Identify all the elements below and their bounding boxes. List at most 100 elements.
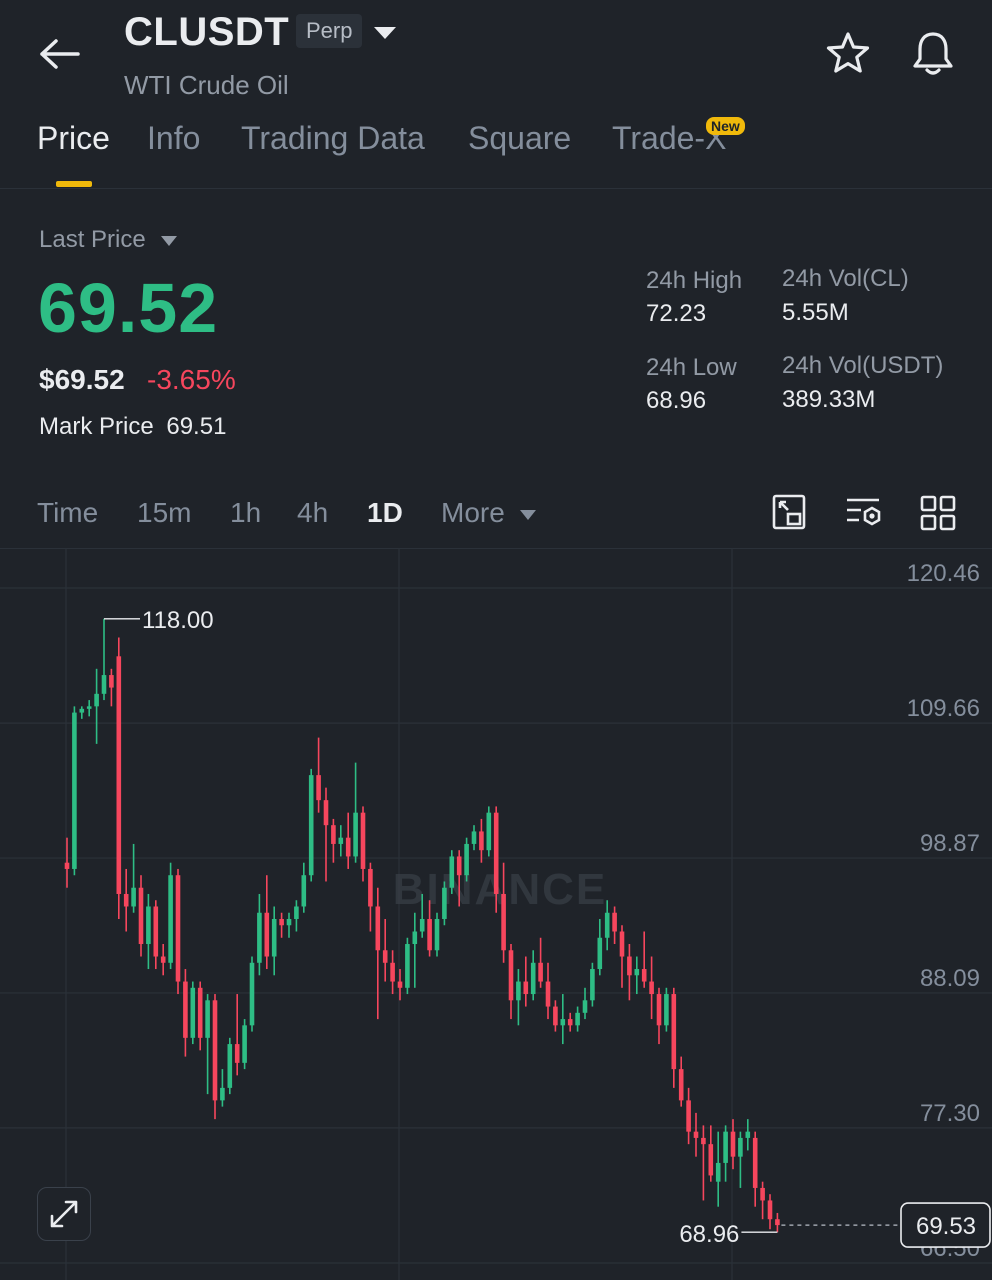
candle xyxy=(375,887,381,1020)
caret-down-icon xyxy=(519,509,536,520)
candle xyxy=(701,1125,706,1201)
candle xyxy=(686,1087,691,1145)
chart-resize-icon xyxy=(772,494,806,530)
candle-body xyxy=(479,831,484,851)
candle-body xyxy=(331,825,336,844)
back-button[interactable] xyxy=(36,36,84,72)
candle-body xyxy=(308,775,314,876)
candle xyxy=(168,862,173,970)
stat-low-value: 68.96 xyxy=(646,387,707,414)
candle-body xyxy=(146,906,151,945)
fullscreen-button[interactable] xyxy=(37,1187,91,1241)
candle-body xyxy=(190,987,196,1038)
candle-body xyxy=(671,994,677,1070)
candle-body xyxy=(294,906,299,919)
candle-body xyxy=(109,675,114,688)
candle-body xyxy=(449,856,455,888)
candle xyxy=(612,906,617,945)
candle-body xyxy=(101,675,107,694)
candle xyxy=(523,956,529,1007)
candle-body xyxy=(227,1044,233,1088)
price-type-selector[interactable]: Last Price xyxy=(39,226,178,254)
timeframe-1h[interactable]: 1h xyxy=(230,497,261,529)
chart-mode-button[interactable] xyxy=(772,494,806,535)
tab-price[interactable]: Price xyxy=(37,120,110,157)
indicator-settings-button[interactable] xyxy=(845,496,883,535)
candle-body xyxy=(86,706,92,709)
candle xyxy=(545,962,551,1020)
tab-trading-data[interactable]: Trading Data xyxy=(241,120,425,157)
tab-square[interactable]: Square xyxy=(468,120,571,157)
symbol-dropdown-button[interactable] xyxy=(372,24,398,47)
candle-body xyxy=(752,1137,758,1188)
candlestick-chart[interactable]: BINANCE 120.46109.6698.8788.0977.3066.50… xyxy=(0,548,992,1280)
candle xyxy=(397,969,403,1001)
candle xyxy=(109,668,114,707)
symbol-title[interactable]: CLUSDT xyxy=(124,10,289,55)
candle xyxy=(775,1212,780,1233)
grid-icon xyxy=(920,495,956,531)
timeframe-1d[interactable]: 1D xyxy=(367,497,403,529)
candle xyxy=(257,893,262,976)
candle xyxy=(597,918,603,976)
max-price-label: 118.00 xyxy=(142,607,214,634)
layout-grid-button[interactable] xyxy=(920,495,956,536)
candle-body xyxy=(553,1006,558,1026)
candle xyxy=(760,1181,765,1220)
candle xyxy=(664,987,669,1032)
candle xyxy=(212,994,218,1120)
favorite-button[interactable] xyxy=(824,30,872,83)
active-tab-indicator xyxy=(56,181,92,187)
expand-icon xyxy=(50,1200,78,1228)
candle xyxy=(382,918,388,982)
candle xyxy=(301,862,307,913)
candle-body xyxy=(523,981,529,995)
candle xyxy=(390,950,395,995)
candle xyxy=(271,906,277,976)
candle-body xyxy=(116,656,122,894)
candle xyxy=(64,837,70,888)
timeframe-more-label: More xyxy=(441,497,505,528)
candle-body xyxy=(382,950,388,963)
candle xyxy=(553,1000,558,1032)
candle-body xyxy=(264,912,270,957)
candle xyxy=(567,1012,573,1032)
timeframe-more[interactable]: More xyxy=(441,497,537,529)
candle xyxy=(190,981,196,1045)
candle-body xyxy=(597,937,603,970)
candle xyxy=(715,1131,721,1207)
candle-body xyxy=(715,1162,721,1182)
candle xyxy=(264,875,270,970)
candle-body xyxy=(678,1069,684,1101)
candle xyxy=(331,818,336,863)
candle-body xyxy=(412,931,418,945)
alert-button[interactable] xyxy=(908,28,958,83)
candle-body xyxy=(775,1219,780,1226)
candle-body xyxy=(131,887,136,907)
candle xyxy=(471,825,477,851)
candle xyxy=(405,937,410,995)
candle-body xyxy=(286,918,292,926)
candle-body xyxy=(242,1025,247,1063)
candle xyxy=(368,862,373,932)
candle-body xyxy=(123,893,129,907)
candle xyxy=(560,994,566,1045)
timeframe-4h[interactable]: 4h xyxy=(297,497,328,529)
candle-body xyxy=(249,962,255,1026)
price-change-percent: -3.65% xyxy=(147,364,236,395)
stat-low-label: 24h Low xyxy=(646,354,737,381)
candle-body xyxy=(686,1100,691,1132)
timeframe-15m[interactable]: 15m xyxy=(137,497,191,529)
tab-info[interactable]: Info xyxy=(147,120,200,157)
timeframe-time[interactable]: Time xyxy=(37,497,98,529)
y-axis-tick-label: 109.66 xyxy=(907,695,980,722)
candle xyxy=(116,637,122,919)
y-axis-tick-label: 98.87 xyxy=(920,830,980,857)
candle-body xyxy=(175,875,181,982)
mark-price-value: 69.51 xyxy=(166,413,227,440)
candle xyxy=(730,1119,736,1170)
bell-icon xyxy=(913,32,953,75)
candles xyxy=(64,618,780,1233)
candle-body xyxy=(612,912,617,932)
candle xyxy=(619,925,625,988)
